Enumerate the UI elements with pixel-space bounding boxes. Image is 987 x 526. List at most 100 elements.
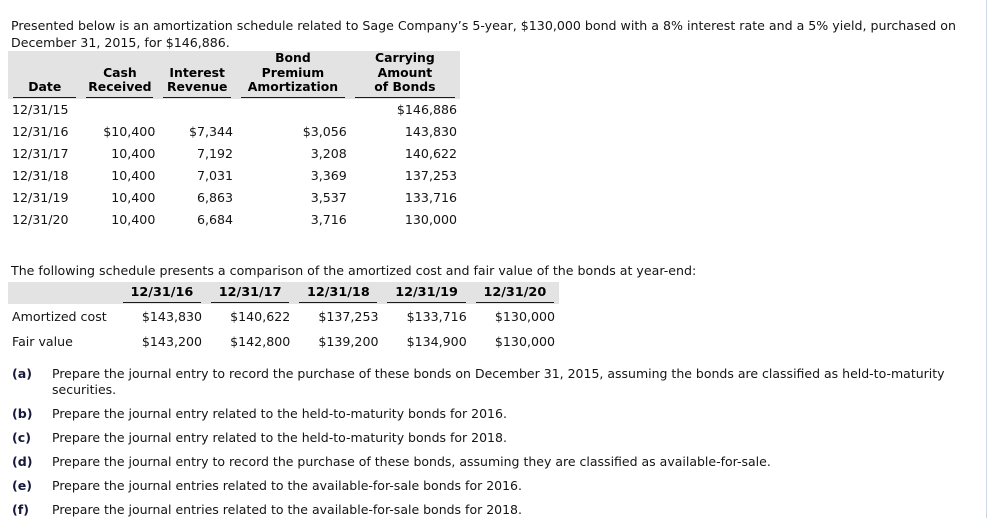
cell-fair-value-1: $143,200 — [141, 334, 202, 349]
cell-carrying-amount: 143,830 — [404, 124, 457, 139]
comparison-header-date-2-label: 12/31/17 — [211, 285, 290, 303]
schedule-header-bond-premium-amortization: Bond Premium Amortization — [236, 50, 350, 99]
comparison-header-date-4-label: 12/31/19 — [387, 285, 466, 303]
cell-amortized-cost-1: $143,830 — [141, 309, 202, 324]
requirement-text-c: Prepare the journal entry related to the… — [52, 430, 507, 445]
requirement-item-e: (e) Prepare the journal entries related … — [0, 478, 965, 494]
requirement-marker-f: (f) — [12, 502, 29, 517]
cell-row-label: Amortized cost — [12, 309, 107, 324]
problem-page: Presented below is an amortization sched… — [0, 0, 987, 518]
comparison-header-corner — [8, 282, 118, 304]
cell-interest-revenue: 7,031 — [196, 168, 234, 183]
cell-fair-value-4: $134,900 — [406, 334, 467, 349]
cell-cash-received — [81, 99, 158, 121]
schedule-header-cash-received: Cash Received — [81, 51, 159, 99]
schedule-header-interest-line2: Revenue — [163, 79, 232, 98]
requirement-item-a: (a) Prepare the journal entry to record … — [0, 366, 965, 398]
cell-amortized-cost-3: $137,253 — [318, 309, 379, 324]
cell-amortized-cost-5: $130,000 — [494, 309, 555, 324]
requirement-text-d: Prepare the journal entry to record the … — [52, 454, 771, 469]
requirement-item-b: (b) Prepare the journal entry related to… — [0, 406, 965, 422]
comparison-table-header: 12/31/16 12/31/17 12/31/18 12/31/19 12/3… — [8, 282, 559, 304]
requirement-text-b: Prepare the journal entry related to the… — [52, 406, 507, 421]
cell-amortized-cost-2: $140,622 — [230, 309, 291, 324]
comparison-table-body: Amortized cost $143,830 $140,622 $137,25… — [8, 304, 559, 354]
schedule-header-interest-revenue: Interest Revenue — [158, 51, 237, 99]
cell-carrying-amount: 137,253 — [404, 168, 457, 183]
intro-paragraph: Presented below is an amortization sched… — [11, 17, 956, 50]
cell-bond-premium-amortization: 3,716 — [310, 212, 347, 227]
table-row: 12/31/17 10,400 7,192 3,208 140,622 — [8, 143, 460, 165]
schedule-header-carrying-line3: of Bonds — [354, 79, 455, 98]
schedule-header-carrying-line2: Amount — [377, 64, 433, 80]
schedule-header-cash-line2: Received — [86, 79, 154, 98]
cell-cash-received: 10,400 — [111, 168, 156, 183]
cell-carrying-amount: 140,622 — [404, 146, 457, 161]
requirement-marker-e: (e) — [12, 478, 33, 493]
comparison-header-date-1: 12/31/16 — [117, 282, 206, 304]
cell-fair-value-3: $139,200 — [318, 334, 379, 349]
cell-interest-revenue: 6,863 — [196, 190, 234, 205]
requirements-list: (a) Prepare the journal entry to record … — [0, 366, 965, 526]
schedule-header-carrying-amount: Carrying Amount of Bonds — [349, 50, 460, 99]
cell-interest-revenue: 7,192 — [196, 146, 234, 161]
cell-interest-revenue: 6,684 — [196, 212, 234, 227]
comparison-header-date-5-label: 12/31/20 — [475, 285, 554, 303]
comparison-header-row: 12/31/16 12/31/17 12/31/18 12/31/19 12/3… — [8, 282, 559, 304]
cell-date: 12/31/20 — [12, 212, 69, 227]
cell-cash-received: $10,400 — [103, 124, 156, 139]
schedule-header-premium-line2: Premium — [261, 64, 325, 80]
cell-carrying-amount: 130,000 — [404, 212, 457, 227]
table-row: 12/31/20 10,400 6,684 3,716 130,000 — [8, 209, 460, 231]
amortization-schedule-table: Date Cash Received Interest Revenue Bond… — [8, 50, 460, 231]
requirement-marker-c: (c) — [12, 430, 31, 445]
schedule-header-premium-line3: Amortization — [241, 79, 345, 98]
cell-interest-revenue — [158, 99, 236, 121]
table-row: 12/31/16 $10,400 $7,344 $3,056 143,830 — [8, 121, 460, 143]
comparison-header-date-5: 12/31/20 — [470, 282, 559, 304]
table-row: Fair value $143,200 $142,800 $139,200 $1… — [8, 329, 559, 354]
requirement-text-a: Prepare the journal entry to record the … — [52, 366, 945, 397]
cell-bond-premium-amortization: $3,056 — [302, 124, 347, 139]
cell-cash-received: 10,400 — [111, 190, 156, 205]
cell-bond-premium-amortization: 3,208 — [310, 146, 347, 161]
table-row: 12/31/19 10,400 6,863 3,537 133,716 — [8, 187, 460, 209]
comparison-header-date-4: 12/31/19 — [382, 282, 471, 304]
schedule-header-carrying-line1: Carrying — [375, 50, 435, 65]
schedule-header-premium-line1: Bond — [275, 50, 311, 65]
schedule-header-cash-line1: Cash — [103, 64, 137, 80]
requirement-item-f: (f) Prepare the journal entries related … — [0, 502, 965, 518]
requirement-text-e: Prepare the journal entries related to t… — [52, 478, 522, 493]
cell-date: 12/31/19 — [12, 190, 69, 205]
cell-cash-received: 10,400 — [111, 212, 156, 227]
requirement-text-f: Prepare the journal entries related to t… — [52, 502, 522, 517]
cell-fair-value-5: $130,000 — [494, 334, 555, 349]
schedule-header-interest-line1: Interest — [169, 64, 225, 80]
comparison-intro-paragraph: The following schedule presents a compar… — [11, 262, 697, 278]
schedule-table-body: 12/31/15 $146,886 12/31/16 $10,400 $7,34… — [8, 99, 460, 231]
cell-cash-received: 10,400 — [111, 146, 156, 161]
requirement-marker-d: (d) — [12, 454, 33, 469]
amortized-cost-fair-value-table: 12/31/16 12/31/17 12/31/18 12/31/19 12/3… — [8, 282, 559, 354]
cell-date: 12/31/17 — [12, 146, 69, 161]
schedule-header-row: Date Cash Received Interest Revenue Bond… — [8, 50, 460, 99]
comparison-header-date-3-label: 12/31/18 — [299, 285, 378, 303]
table-row: 12/31/15 $146,886 — [8, 99, 460, 121]
requirement-item-c: (c) Prepare the journal entry related to… — [0, 430, 965, 446]
requirement-marker-a: (a) — [12, 366, 33, 381]
cell-carrying-amount: $146,886 — [396, 102, 457, 117]
schedule-header-date-label: Date — [13, 79, 77, 98]
cell-bond-premium-amortization: 3,537 — [310, 190, 347, 205]
cell-date: 12/31/15 — [12, 102, 69, 117]
cell-bond-premium-amortization: 3,369 — [310, 168, 347, 183]
comparison-header-date-2: 12/31/17 — [206, 282, 295, 304]
cell-carrying-amount: 133,716 — [404, 190, 457, 205]
cell-bond-premium-amortization — [236, 99, 350, 121]
cell-date: 12/31/16 — [12, 124, 69, 139]
schedule-header-date: Date — [8, 51, 82, 99]
cell-amortized-cost-4: $133,716 — [406, 309, 467, 324]
cell-date: 12/31/18 — [12, 168, 69, 183]
table-row: 12/31/18 10,400 7,031 3,369 137,253 — [8, 165, 460, 187]
comparison-header-date-1-label: 12/31/16 — [122, 285, 201, 303]
comparison-header-date-3: 12/31/18 — [294, 282, 383, 304]
